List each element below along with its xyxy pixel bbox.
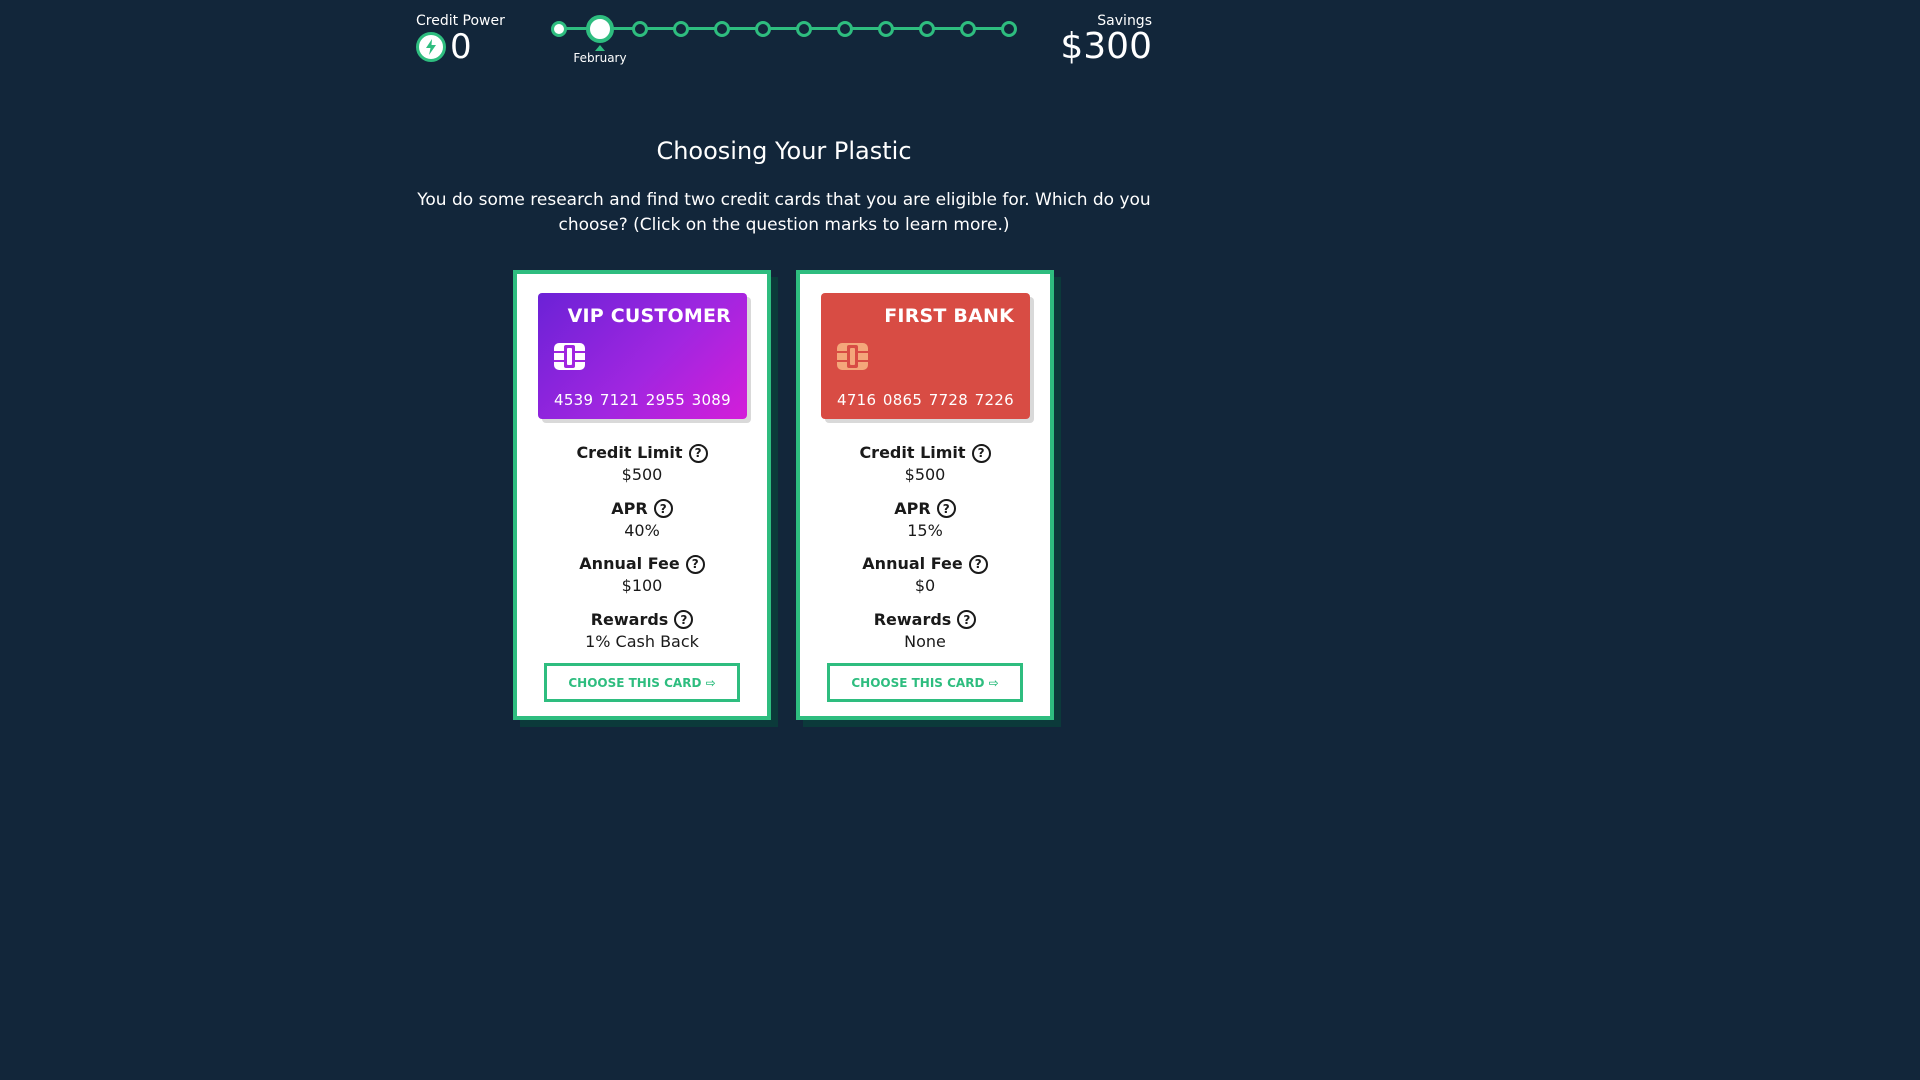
annual-fee-value: $100 bbox=[621, 576, 663, 595]
card-number-group: 7728 bbox=[928, 391, 969, 409]
card-attributes: Credit Limit ? $500 APR ? 15% Annual Fee… bbox=[800, 442, 1050, 664]
card-number-group: 2955 bbox=[645, 391, 686, 409]
timeline-step-5 bbox=[714, 21, 730, 37]
choose-first-bank-button[interactable]: CHOOSE THIS CARD ⇨ bbox=[827, 663, 1023, 702]
credit-power-value: 0 bbox=[450, 27, 472, 67]
attr-annual-fee: Annual Fee ? $100 bbox=[517, 553, 767, 609]
savings: Savings $300 bbox=[1060, 12, 1152, 67]
credit-limit-value: $500 bbox=[621, 465, 663, 484]
scenario-description: You do some research and find two credit… bbox=[417, 190, 1151, 235]
annual-fee-label: Annual Fee bbox=[579, 554, 680, 573]
credit-limit-label: Credit Limit bbox=[859, 443, 966, 462]
timeline-step-10 bbox=[919, 21, 935, 37]
timeline-step-2-current bbox=[586, 15, 614, 43]
apr-label: APR bbox=[611, 498, 648, 518]
timeline-current-month: February bbox=[573, 51, 627, 65]
question-mark-icon[interactable]: ? bbox=[674, 610, 694, 629]
credit-limit-label: Credit Limit bbox=[576, 443, 683, 462]
apr-value: 40% bbox=[624, 520, 660, 540]
credit-card-graphic: VIP CUSTOMER 4539 7121 2955 3089 bbox=[538, 293, 747, 419]
timeline-step-9 bbox=[878, 21, 894, 37]
chip-icon bbox=[837, 343, 868, 370]
timeline-step-8 bbox=[837, 21, 853, 37]
question-mark-icon[interactable]: ? bbox=[685, 554, 705, 574]
card-number-group: 4539 bbox=[554, 391, 594, 409]
card-number-group: 4716 bbox=[837, 391, 877, 409]
question-mark-icon[interactable]: ? bbox=[968, 554, 988, 574]
attr-credit-limit: Credit Limit ? $500 bbox=[517, 442, 767, 498]
timeline-step-3 bbox=[632, 21, 648, 37]
credit-power: Credit Power 0 bbox=[416, 12, 526, 64]
page-title: Choosing Your Plastic bbox=[656, 137, 912, 165]
card-number-group: 3089 bbox=[691, 391, 731, 409]
rewards-value: None bbox=[904, 631, 946, 651]
question-mark-icon[interactable]: ? bbox=[653, 499, 673, 518]
annual-fee-value: $0 bbox=[914, 576, 936, 595]
lightning-bolt-icon bbox=[416, 32, 446, 62]
attr-rewards: Rewards ? 1% Cash Back bbox=[517, 609, 767, 665]
question-mark-icon[interactable]: ? bbox=[936, 499, 956, 518]
attr-annual-fee: Annual Fee ? $0 bbox=[800, 553, 1050, 609]
card-bank-name: VIP CUSTOMER bbox=[567, 305, 731, 327]
rewards-value: 1% Cash Back bbox=[585, 631, 699, 651]
question-mark-icon[interactable]: ? bbox=[688, 443, 708, 463]
card-attributes: Credit Limit ? $500 APR ? 40% Annual Fee… bbox=[517, 442, 767, 664]
attr-apr: APR ? 40% bbox=[517, 498, 767, 554]
timeline-track bbox=[558, 27, 1012, 30]
chip-icon bbox=[554, 343, 585, 370]
timeline-step-4 bbox=[673, 21, 689, 37]
annual-fee-label: Annual Fee bbox=[862, 554, 963, 573]
savings-value: $300 bbox=[1060, 26, 1152, 67]
timeline-step-11 bbox=[960, 21, 976, 37]
attr-credit-limit: Credit Limit ? $500 bbox=[800, 442, 1050, 498]
attr-rewards: Rewards ? None bbox=[800, 609, 1050, 665]
card-number: 4716 0865 7728 7226 bbox=[837, 391, 1014, 409]
attr-apr: APR ? 15% bbox=[800, 498, 1050, 554]
month-timeline: February bbox=[550, 14, 1020, 72]
choose-vip-customer-button[interactable]: CHOOSE THIS CARD ⇨ bbox=[544, 663, 740, 702]
card-number-group: 7226 bbox=[974, 391, 1014, 409]
credit-limit-value: $500 bbox=[904, 465, 946, 484]
card-number-group: 0865 bbox=[882, 391, 923, 409]
card-number: 4539 7121 2955 3089 bbox=[554, 391, 731, 409]
question-mark-icon[interactable]: ? bbox=[971, 443, 991, 463]
card-option-first-bank: FIRST BANK 4716 0865 7728 7226 Credit Li… bbox=[796, 270, 1054, 720]
card-option-vip-customer: VIP CUSTOMER 4539 7121 2955 3089 Credit … bbox=[513, 270, 771, 720]
rewards-label: Rewards bbox=[873, 609, 952, 629]
card-bank-name: FIRST BANK bbox=[884, 305, 1014, 327]
rewards-label: Rewards bbox=[590, 609, 669, 629]
apr-label: APR bbox=[894, 498, 931, 518]
question-mark-icon[interactable]: ? bbox=[957, 610, 977, 629]
timeline-step-1 bbox=[551, 21, 567, 37]
timeline-step-6 bbox=[755, 21, 771, 37]
card-number-group: 7121 bbox=[599, 391, 640, 409]
timeline-step-12 bbox=[1001, 21, 1017, 37]
apr-value: 15% bbox=[907, 520, 943, 540]
credit-card-graphic: FIRST BANK 4716 0865 7728 7226 bbox=[821, 293, 1030, 419]
timeline-step-7 bbox=[796, 21, 812, 37]
